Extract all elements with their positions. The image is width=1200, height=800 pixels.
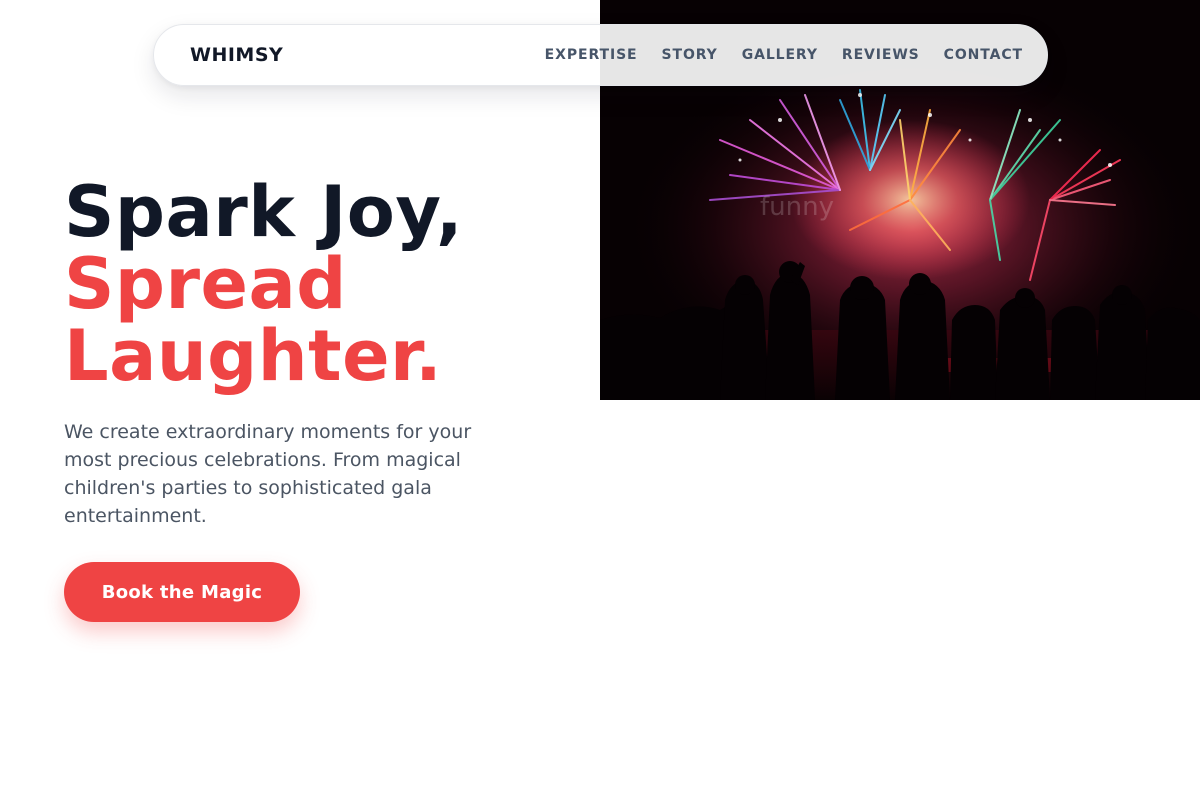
brand-logo[interactable]: WHIMSY (190, 44, 283, 66)
nav-link-gallery[interactable]: GALLERY (742, 47, 818, 63)
nav-link-story[interactable]: STORY (662, 47, 718, 63)
hero-section: Spark Joy, Spread Laughter. We create ex… (64, 176, 584, 530)
landing-page: funny WHIMSY EXPERTISE STORY GALLERY REV… (0, 0, 1200, 800)
image-watermark: funny (760, 192, 834, 222)
hero-headline: Spark Joy, Spread Laughter. (64, 176, 584, 392)
hero-description: We create extraordinary moments for your… (64, 421, 472, 527)
nav-link-contact[interactable]: CONTACT (944, 47, 1023, 63)
headline-line-3: Laughter. (64, 315, 443, 397)
nav-link-expertise[interactable]: EXPERTISE (545, 47, 638, 63)
headline-line-2: Spread (64, 243, 347, 325)
headline-line-1: Spark Joy, (64, 171, 464, 253)
book-the-magic-button[interactable]: Book the Magic (64, 562, 300, 622)
nav-link-reviews[interactable]: REVIEWS (842, 47, 920, 63)
nav-links: EXPERTISE STORY GALLERY REVIEWS CONTACT (545, 47, 1023, 63)
top-navbar: WHIMSY EXPERTISE STORY GALLERY REVIEWS C… (153, 24, 1048, 86)
